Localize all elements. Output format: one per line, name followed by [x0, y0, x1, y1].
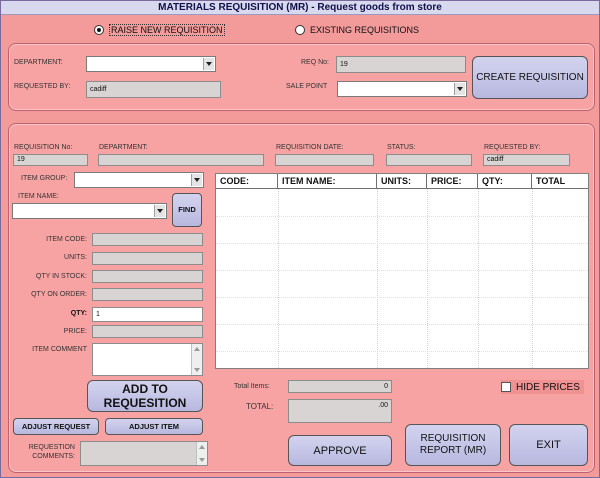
item-name-value [13, 207, 16, 214]
scroll-down-icon[interactable] [194, 368, 200, 372]
qty-in-stock-label: QTY IN STOCK: [35, 273, 87, 280]
item-code-label: ITEM CODE: [46, 236, 87, 243]
items-grid[interactable]: CODE: ITEM NAME: UNITS: PRICE: QTY: TOTA… [215, 173, 589, 369]
summary-requested-by-label: REQUESTED BY: [484, 144, 541, 151]
qty-on-order-field [92, 288, 203, 301]
department-select-value [87, 60, 90, 67]
radio-unselected-icon [295, 25, 305, 35]
price-field [92, 325, 203, 338]
summary-department-field [98, 154, 264, 166]
item-group-select[interactable] [74, 172, 204, 188]
scroll-down-icon[interactable] [199, 458, 205, 462]
scrollbar[interactable] [196, 442, 207, 465]
summary-req-no-label: REQUISITION No: [14, 144, 73, 151]
radio-selected-icon [94, 25, 104, 35]
sale-point-select-value [338, 85, 341, 92]
summary-date-label: REQUISITION DATE: [276, 144, 344, 151]
total-items-label: Total Items: [234, 383, 270, 390]
create-requisition-button[interactable]: CREATE REQUISITION [472, 56, 588, 99]
grid-col-code[interactable]: CODE: [216, 174, 278, 188]
window-title: MATERIALS REQUISITION (MR) - Request goo… [1, 1, 599, 15]
chevron-down-icon[interactable] [203, 58, 214, 70]
summary-requested-by-field: cadiff [483, 154, 570, 166]
hide-prices-label: HIDE PRICES [516, 381, 580, 393]
qty-label: QTY: [70, 310, 87, 317]
grid-divider [216, 324, 588, 325]
department-label: DEPARTMENT: [14, 59, 63, 66]
item-code-field [92, 233, 203, 246]
chevron-down-icon[interactable] [191, 174, 202, 186]
grid-col-price[interactable]: PRICE: [427, 174, 478, 188]
summary-department-label: DEPARTMENT: [99, 144, 148, 151]
existing-radio[interactable]: EXISTING REQUISITIONS [295, 23, 419, 37]
report-button-line1: REQUISITION [420, 433, 486, 444]
grid-divider [216, 243, 588, 244]
price-label: PRICE: [63, 328, 87, 335]
requisition-report-button[interactable]: REQUISITION REPORT (MR) [405, 424, 501, 466]
item-name-label: ITEM NAME: [18, 193, 59, 200]
find-button[interactable]: FIND [172, 193, 202, 227]
requisition-window: MATERIALS REQUISITION (MR) - Request goo… [0, 0, 600, 478]
sale-point-select[interactable] [337, 81, 467, 97]
grid-divider [216, 216, 588, 217]
summary-date-field [275, 154, 374, 166]
exit-button[interactable]: EXIT [509, 424, 588, 466]
scrollbar[interactable] [191, 344, 202, 375]
grid-header: CODE: ITEM NAME: UNITS: PRICE: QTY: TOTA… [216, 174, 588, 189]
summary-status-field [386, 154, 472, 166]
total-label: TOTAL: [246, 402, 274, 411]
item-group-label: ITEM GROUP: [21, 175, 68, 182]
raise-new-radio[interactable]: RAISE NEW REQUISITION [94, 23, 225, 37]
total-field: .00 [288, 399, 392, 423]
grid-col-item-name[interactable]: ITEM NAME: [278, 174, 377, 188]
item-group-value [75, 176, 78, 183]
qty-in-stock-field [92, 270, 203, 283]
total-items-field: 0 [288, 380, 392, 393]
requested-by-field: cadiff [86, 81, 221, 98]
scroll-up-icon[interactable] [199, 445, 205, 449]
req-comments-label-line1: REQUESTION [28, 444, 75, 451]
chevron-down-icon[interactable] [454, 83, 465, 95]
add-to-requisition-button[interactable]: ADD TO REQUESITION [87, 380, 203, 412]
item-comment-textarea[interactable] [92, 343, 203, 376]
item-comment-label: ITEM COMMENT [32, 346, 87, 353]
summary-req-no-field: 19 [13, 154, 88, 166]
req-no-field: 19 [336, 56, 466, 73]
grid-col-total[interactable]: TOTAL [532, 174, 588, 188]
units-field [92, 252, 203, 265]
chevron-down-icon[interactable] [154, 205, 165, 217]
raise-new-label: RAISE NEW REQUISITION [109, 24, 225, 36]
summary-status-label: STATUS: [387, 144, 416, 151]
checkbox-box[interactable] [501, 382, 511, 392]
adjust-request-button[interactable]: ADJUST REQUEST [13, 418, 99, 435]
qty-on-order-label: QTY ON ORDER: [31, 291, 87, 298]
grid-col-qty[interactable]: QTY: [478, 174, 532, 188]
add-button-line2: REQUESITION [103, 396, 187, 410]
grid-col-units[interactable]: UNITS: [377, 174, 427, 188]
department-select[interactable] [86, 56, 216, 72]
approve-button[interactable]: APPROVE [288, 435, 392, 466]
requisition-comments-textarea[interactable] [80, 441, 208, 466]
hide-prices-checkbox[interactable]: HIDE PRICES [501, 380, 584, 394]
req-comments-label-line2: COMMENTS: [32, 453, 75, 460]
sale-point-label: SALE POINT [286, 83, 328, 90]
units-label: UNITS: [64, 254, 87, 261]
grid-divider [216, 270, 588, 271]
requisition-comments-label: REQUESTION COMMENTS: [13, 443, 75, 461]
req-no-label: REQ No: [301, 59, 330, 66]
scroll-up-icon[interactable] [194, 347, 200, 351]
item-name-select[interactable] [12, 203, 167, 219]
add-button-line1: ADD TO [122, 382, 168, 396]
grid-divider [216, 351, 588, 352]
adjust-item-button[interactable]: ADJUST ITEM [105, 418, 203, 435]
qty-input[interactable]: 1 [92, 307, 203, 322]
grid-divider [216, 297, 588, 298]
existing-label: EXISTING REQUISITIONS [310, 25, 420, 35]
report-button-line2: REPORT (MR) [419, 445, 487, 456]
requested-by-label: REQUESTED BY: [14, 83, 71, 90]
